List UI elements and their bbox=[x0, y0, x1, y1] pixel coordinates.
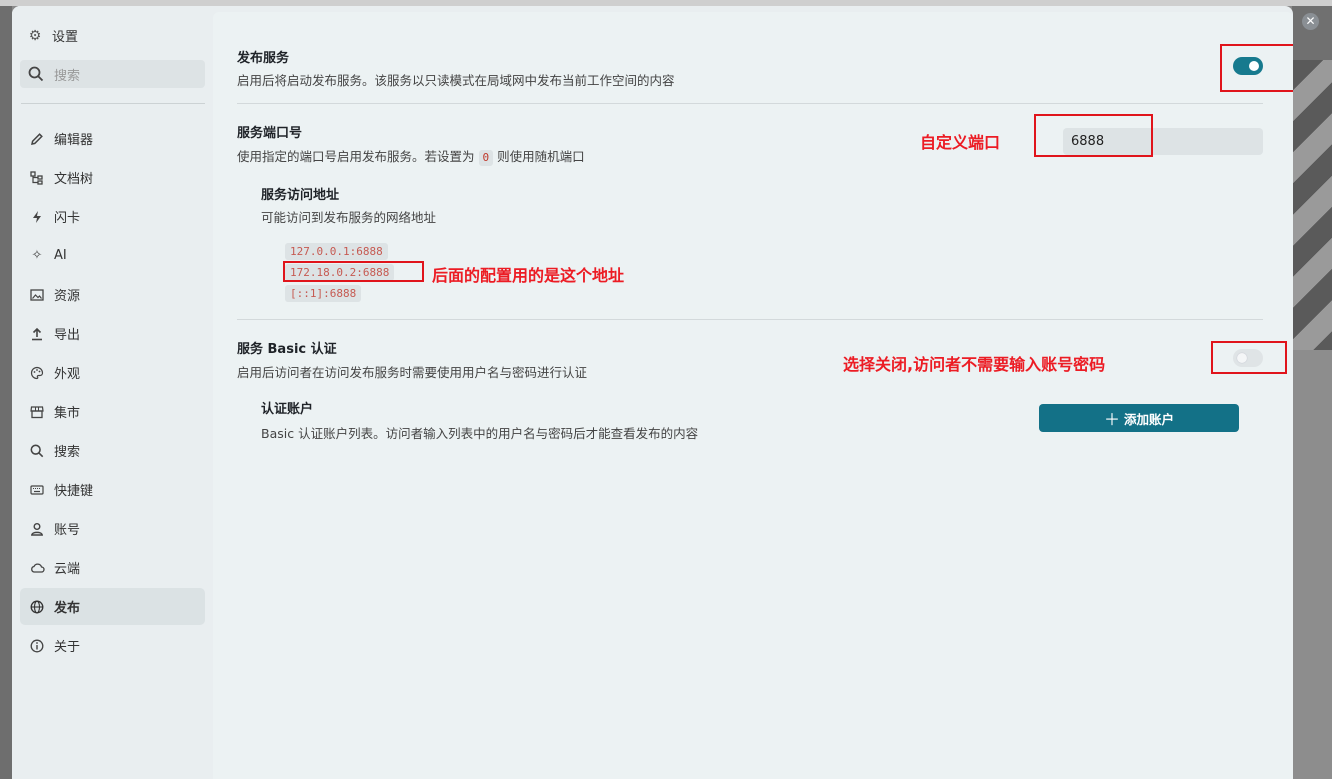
port-desc-after: 则使用随机端口 bbox=[497, 149, 585, 164]
sidebar-item-publish[interactable]: 发布 bbox=[20, 588, 205, 625]
settings-dialog: ⚙ 设置 搜索 编辑器 文档树 闪卡 ✧ AI 资源 导出 外观 集市 搜索 快… bbox=[12, 6, 1293, 779]
sidebar-item-export[interactable]: 导出 bbox=[20, 315, 205, 352]
background-stripes bbox=[1292, 60, 1332, 350]
sidebar-item-search[interactable]: 搜索 bbox=[20, 432, 205, 469]
add-account-button[interactable]: ＋ 添加账户 bbox=[1039, 404, 1239, 432]
publish-description: 启用后将启动发布服务。该服务以只读模式在局域网中发布当前工作空间的内容 bbox=[237, 73, 675, 88]
annotation-box-publish-toggle bbox=[1220, 44, 1293, 92]
sidebar-item-editor[interactable]: 编辑器 bbox=[20, 120, 205, 157]
globe-icon bbox=[28, 598, 46, 616]
port-description: 使用指定的端口号启用发布服务。若设置为 0 则使用随机端口 bbox=[237, 146, 585, 166]
search-input[interactable]: 搜索 bbox=[20, 60, 205, 88]
plus-icon: ＋ bbox=[1103, 410, 1120, 429]
user-icon bbox=[28, 520, 46, 538]
sidebar-item-label: 快捷键 bbox=[54, 484, 94, 499]
gear-icon: ⚙ bbox=[28, 27, 42, 44]
annotation-box-auth-toggle bbox=[1211, 341, 1287, 374]
port-desc-code: 0 bbox=[478, 150, 494, 166]
sidebar-item-label: 关于 bbox=[54, 640, 81, 655]
sidebar-item-label: 资源 bbox=[54, 289, 81, 304]
store-icon bbox=[28, 403, 46, 421]
sidebar-item-label: 文档树 bbox=[54, 172, 94, 187]
sidebar-divider bbox=[21, 103, 205, 104]
sidebar-item-label: 集市 bbox=[54, 406, 81, 421]
accounts-description: Basic 认证账户列表。访问者输入列表中的用户名与密码后才能查看发布的内容 bbox=[261, 426, 699, 441]
sidebar-item-label: 编辑器 bbox=[54, 133, 94, 148]
search-icon bbox=[28, 442, 46, 460]
sidebar: ⚙ 设置 搜索 编辑器 文档树 闪卡 ✧ AI 资源 导出 外观 集市 搜索 快… bbox=[12, 6, 213, 779]
sidebar-item-bazaar[interactable]: 集市 bbox=[20, 393, 205, 430]
annotation-address: 后面的配置用的是这个地址 bbox=[432, 266, 625, 285]
sidebar-item-label: 云端 bbox=[54, 562, 81, 577]
palette-icon bbox=[28, 364, 46, 382]
port-desc-before: 使用指定的端口号启用发布服务。若设置为 bbox=[237, 149, 475, 164]
basic-auth-title: 服务 Basic 认证 bbox=[237, 342, 337, 357]
search-icon bbox=[28, 66, 46, 82]
sidebar-item-label: 导出 bbox=[54, 328, 81, 343]
sidebar-item-label: 闪卡 bbox=[54, 211, 81, 226]
close-icon[interactable]: ✕ bbox=[1302, 13, 1319, 30]
annotation-auth: 选择关闭,访问者不需要输入账号密码 bbox=[843, 355, 1106, 374]
info-icon bbox=[28, 637, 46, 655]
address-description: 可能访问到发布服务的网络地址 bbox=[261, 210, 437, 225]
address-title: 服务访问地址 bbox=[261, 188, 340, 203]
annotation-port: 自定义端口 bbox=[920, 133, 1001, 152]
publish-settings-panel: 发布服务 启用后将启动发布服务。该服务以只读模式在局域网中发布当前工作空间的内容… bbox=[213, 12, 1293, 779]
sidebar-item-label: 外观 bbox=[54, 367, 81, 382]
sidebar-item-account[interactable]: 账号 bbox=[20, 510, 205, 547]
upload-icon bbox=[28, 325, 46, 343]
sidebar-item-label: AI bbox=[54, 248, 67, 263]
port-title: 服务端口号 bbox=[237, 126, 303, 141]
sidebar-item-ai[interactable]: ✧ AI bbox=[20, 237, 205, 274]
settings-title-label: 设置 bbox=[52, 30, 79, 45]
sidebar-item-cloud[interactable]: 云端 bbox=[20, 549, 205, 586]
accounts-title: 认证账户 bbox=[261, 402, 314, 417]
sidebar-item-label: 搜索 bbox=[54, 445, 81, 460]
cloud-icon bbox=[28, 559, 46, 577]
background-left bbox=[0, 0, 12, 779]
annotation-box-port bbox=[1034, 114, 1153, 157]
image-icon bbox=[28, 286, 46, 304]
divider bbox=[237, 319, 1263, 320]
keyboard-icon bbox=[28, 481, 46, 499]
flash-icon bbox=[28, 208, 46, 226]
background-right-lower bbox=[1292, 350, 1332, 779]
basic-auth-description: 启用后访问者在访问发布服务时需要使用用户名与密码进行认证 bbox=[237, 365, 588, 380]
sidebar-item-flashcard[interactable]: 闪卡 bbox=[20, 198, 205, 235]
tree-icon bbox=[28, 169, 46, 187]
divider bbox=[237, 103, 1263, 104]
add-account-label: 添加账户 bbox=[1124, 411, 1175, 427]
sidebar-item-label: 账号 bbox=[54, 523, 81, 538]
pencil-icon bbox=[28, 130, 46, 148]
sidebar-item-appearance[interactable]: 外观 bbox=[20, 354, 205, 391]
sidebar-item-label: 发布 bbox=[54, 601, 81, 616]
address-item: 127.0.0.1:6888 bbox=[285, 243, 388, 260]
sidebar-nav: 编辑器 文档树 闪卡 ✧ AI 资源 导出 外观 集市 搜索 快捷键 账号 云端… bbox=[20, 120, 205, 666]
publish-title: 发布服务 bbox=[237, 51, 290, 66]
sidebar-item-about[interactable]: 关于 bbox=[20, 627, 205, 664]
address-item: [::1]:6888 bbox=[285, 285, 362, 302]
annotation-box-address bbox=[283, 261, 424, 282]
sidebar-item-keymap[interactable]: 快捷键 bbox=[20, 471, 205, 508]
sidebar-item-doctree[interactable]: 文档树 bbox=[20, 159, 205, 196]
settings-title: ⚙ 设置 bbox=[26, 26, 79, 46]
sparkle-icon: ✧ bbox=[31, 248, 43, 263]
sidebar-item-assets[interactable]: 资源 bbox=[20, 276, 205, 313]
search-placeholder: 搜索 bbox=[54, 68, 81, 84]
